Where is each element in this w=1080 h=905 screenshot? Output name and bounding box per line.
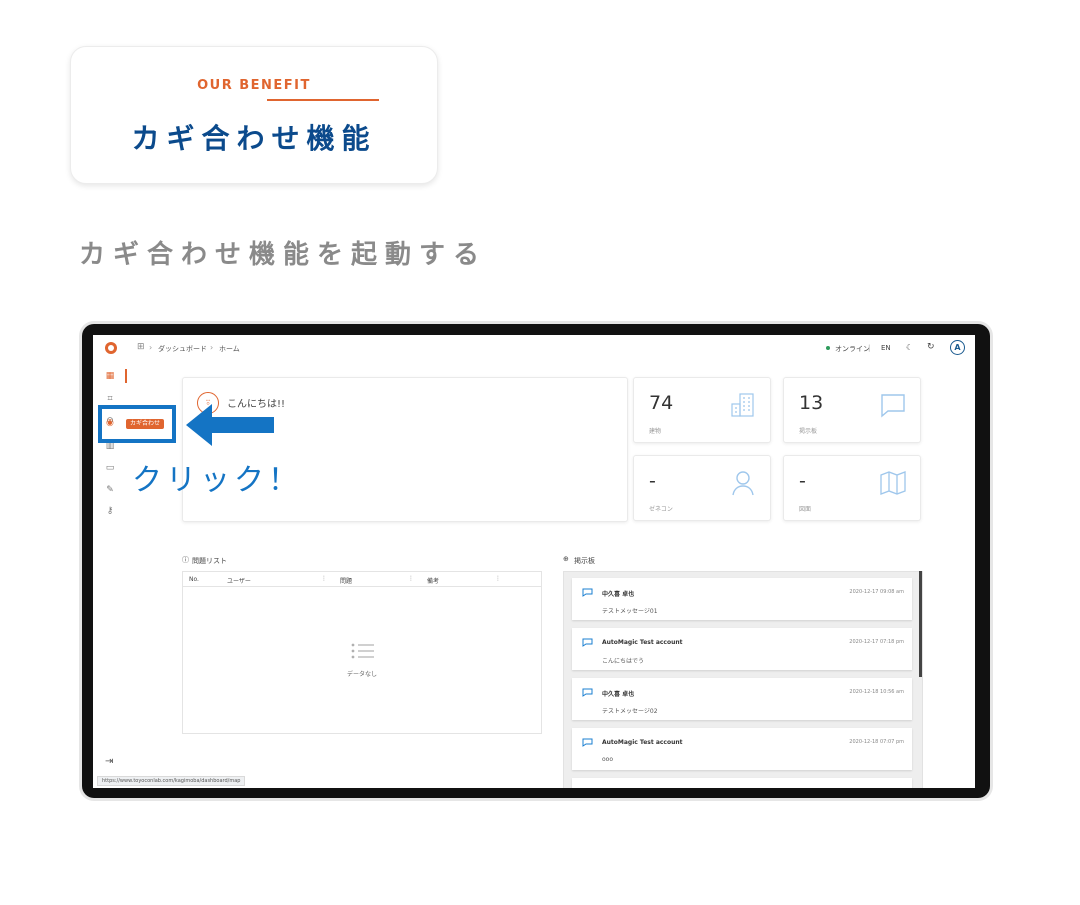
language-toggle[interactable]: EN: [881, 344, 891, 352]
empty-list-icon: [351, 643, 374, 659]
breadcrumb-home: ホーム: [219, 345, 240, 353]
message-time: 2020-12-17 07:18 pm: [849, 639, 904, 645]
column-header-issue[interactable]: 問題: [340, 576, 352, 585]
message-card[interactable]: [572, 778, 912, 788]
message-body: テストメッセージ01: [602, 608, 658, 615]
message-time: 2020-12-17 09:08 am: [849, 589, 904, 595]
column-menu-icon[interactable]: ⋮: [321, 575, 327, 582]
chat-icon: ⊕: [563, 555, 569, 563]
stat-card-contractor[interactable]: - ゼネコン: [633, 455, 771, 521]
user-avatar[interactable]: A: [950, 340, 965, 355]
message-card[interactable]: AutoMagic Test account 2020-12-18 07:07 …: [572, 728, 912, 770]
sync-icon[interactable]: ↻: [927, 342, 935, 352]
message-time: 2020-12-18 07:07 pm: [849, 739, 904, 745]
home-icon[interactable]: ⊞: [137, 342, 145, 352]
stat-label: 建物: [649, 428, 662, 435]
archive-icon[interactable]: ▭: [103, 463, 117, 473]
stat-card-board[interactable]: 13 掲示板: [783, 377, 921, 443]
dark-mode-icon[interactable]: ☾: [906, 343, 913, 352]
board-scrollbar[interactable]: [919, 571, 922, 677]
highlight-box: [98, 405, 176, 443]
message-card[interactable]: AutoMagic Test account 2020-12-17 07:18 …: [572, 628, 912, 670]
stat-label: ゼネコン: [649, 506, 673, 513]
online-status-dot: [826, 346, 830, 350]
person-icon: [732, 471, 754, 496]
stat-card-drawings[interactable]: - 図面: [783, 455, 921, 521]
column-header-no[interactable]: No.: [189, 576, 199, 583]
message-icon: [582, 738, 593, 747]
breadcrumb-separator: ›: [149, 343, 153, 352]
issues-title: 問題リスト: [192, 557, 227, 565]
stat-value: 13: [799, 392, 824, 414]
stat-value: -: [649, 470, 656, 492]
benefit-card: OUR BENEFIT カギ合わせ機能: [70, 46, 438, 184]
message-icon: [582, 688, 593, 697]
greeting-card: ⍤ こんにちは!!: [182, 377, 628, 522]
message-user: AutoMagic Test account: [602, 739, 683, 746]
board-title: 掲示板: [574, 557, 595, 565]
app-screen: ⊞ › ダッシュボード › ホーム オンライン | EN ☾ ↻ A ▦ ⌗ ⊙…: [93, 335, 975, 788]
message-board: 中久喜 卓也 2020-12-17 09:08 am テストメッセージ01 Au…: [563, 571, 923, 788]
scan-icon[interactable]: ⌗: [103, 394, 117, 404]
click-callout: クリック！: [132, 463, 302, 498]
monitor-frame: ⊞ › ダッシュボード › ホーム オンライン | EN ☾ ↻ A ▦ ⌗ ⊙…: [82, 324, 990, 798]
dashboard-icon[interactable]: ▦: [103, 371, 117, 381]
building-icon: [731, 393, 754, 417]
eyebrow-underline: [267, 99, 379, 101]
stat-value: 74: [649, 392, 674, 414]
stat-label: 掲示板: [799, 428, 818, 435]
benefit-title: カギ合わせ機能: [131, 122, 377, 155]
arrow-left-icon: [186, 404, 274, 446]
info-icon: ⓘ: [182, 556, 189, 564]
edit-icon[interactable]: ✎: [103, 485, 117, 495]
column-menu-icon[interactable]: ⋮: [495, 575, 501, 582]
issues-table: No. ユーザー ⋮ 問題 ⋮ 備考 ⋮ データなし: [182, 571, 542, 734]
map-icon: [880, 471, 906, 495]
message-body: こんにちはでう: [602, 658, 645, 665]
chat-icon: [881, 394, 905, 418]
message-icon: [582, 638, 593, 647]
logout-icon[interactable]: ⇥: [105, 756, 113, 767]
topbar-divider: |: [868, 344, 871, 352]
column-header-note[interactable]: 備考: [427, 576, 439, 585]
table-header: No. ユーザー ⋮ 問題 ⋮ 備考 ⋮: [183, 572, 541, 587]
message-user: AutoMagic Test account: [602, 639, 683, 646]
stat-card-buildings[interactable]: 74 建物: [633, 377, 771, 443]
message-body: テストメッセージ02: [602, 708, 658, 715]
key-icon[interactable]: ⚷: [103, 506, 117, 516]
message-card[interactable]: 中久喜 卓也 2020-12-17 09:08 am テストメッセージ01: [572, 578, 912, 620]
breadcrumb-dashboard[interactable]: ダッシュボード: [158, 344, 207, 354]
message-time: 2020-12-18 10:56 am: [849, 689, 904, 695]
message-card[interactable]: 中久喜 卓也 2020-12-18 10:56 am テストメッセージ02: [572, 678, 912, 720]
message-user: 中久喜 卓也: [602, 691, 635, 698]
app-topbar: ⊞ › ダッシュボード › ホーム オンライン | EN ☾ ↻ A: [93, 335, 975, 363]
app-logo[interactable]: [105, 342, 117, 354]
breadcrumb-separator: ›: [210, 343, 214, 352]
message-icon: [582, 588, 593, 597]
stat-value: -: [799, 470, 806, 492]
empty-text: データなし: [346, 671, 377, 678]
message-user: 中久喜 卓也: [602, 591, 635, 598]
stat-label: 図面: [799, 506, 812, 513]
step-title: カギ合わせ機能を起動する: [79, 240, 488, 270]
status-url: https://www.toyoconlab.com/kagimoba/dash…: [97, 776, 246, 786]
message-body: ooo: [602, 756, 614, 763]
column-header-user[interactable]: ユーザー: [227, 576, 251, 585]
online-status-text: オンライン: [835, 345, 870, 353]
column-menu-icon[interactable]: ⋮: [408, 575, 414, 582]
active-indicator: [125, 369, 127, 383]
benefit-eyebrow: OUR BENEFIT: [197, 78, 311, 93]
